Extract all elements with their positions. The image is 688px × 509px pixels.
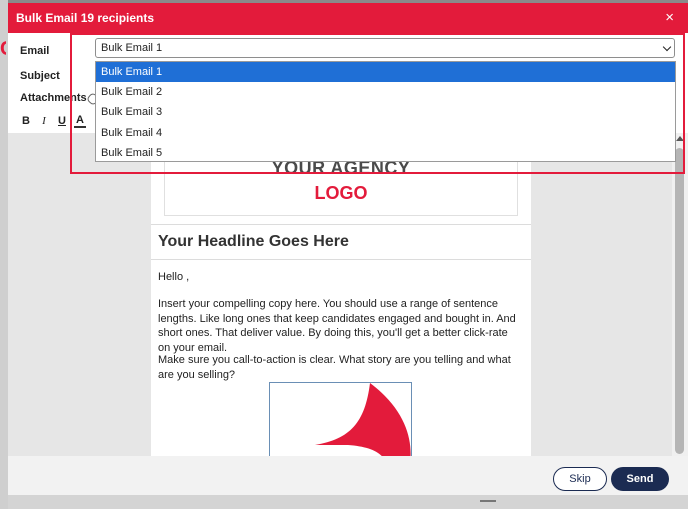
email-greeting: Hello , [158, 271, 190, 283]
modal-footer: Skip Send [8, 456, 688, 495]
background-page [0, 0, 8, 509]
email-headline: Your Headline Goes Here [158, 233, 349, 250]
scroll-up-icon[interactable] [676, 136, 684, 141]
chevron-down-icon [662, 42, 672, 52]
bulk-email-modal: Bulk Email 19 recipients × Email Subject… [8, 3, 688, 495]
send-button[interactable]: Send [611, 467, 669, 491]
divider [151, 224, 531, 225]
background-page-fragment: C [0, 38, 6, 60]
close-icon[interactable]: × [665, 3, 674, 33]
font-color-button[interactable]: A [74, 115, 86, 128]
email-paragraph-2: Make sure you call-to-action is clear. W… [158, 354, 511, 381]
underline-button[interactable]: U [56, 115, 68, 127]
attachments-label: Attachments [20, 92, 87, 104]
editor-toolbar: B I U A [16, 115, 91, 131]
email-template-options: Bulk Email 1 Bulk Email 2 Bulk Email 3 B… [95, 61, 676, 162]
background-divider [480, 500, 496, 502]
logo-text-logo: LOGO [314, 183, 368, 203]
email-option[interactable]: Bulk Email 5 [96, 143, 675, 163]
email-template-selected: Bulk Email 1 [101, 42, 163, 54]
email-option[interactable]: Bulk Email 2 [96, 82, 675, 102]
background-page-bottom [8, 495, 688, 509]
email-preview[interactable]: YOUR AGENCY LOGO Your Headline Goes Here… [151, 133, 531, 456]
email-template-select[interactable]: Bulk Email 1 [95, 38, 675, 58]
modal-titlebar: Bulk Email 19 recipients × [8, 3, 688, 33]
red-swoosh-graphic [315, 383, 411, 456]
email-paragraph-1: Insert your compelling copy here. You sh… [158, 298, 516, 354]
email-image [269, 382, 412, 456]
modal-title: Bulk Email 19 recipients [16, 11, 155, 25]
italic-button[interactable]: I [38, 115, 50, 127]
skip-button[interactable]: Skip [553, 467, 607, 491]
email-option[interactable]: Bulk Email 3 [96, 102, 675, 122]
editor-scrollbar[interactable] [672, 133, 688, 456]
scroll-thumb[interactable] [675, 148, 684, 454]
subject-label: Subject [20, 70, 60, 82]
email-label: Email [20, 45, 50, 57]
divider [151, 259, 531, 260]
email-option[interactable]: Bulk Email 4 [96, 123, 675, 143]
email-option[interactable]: Bulk Email 1 [96, 62, 675, 83]
bold-button[interactable]: B [20, 115, 32, 127]
